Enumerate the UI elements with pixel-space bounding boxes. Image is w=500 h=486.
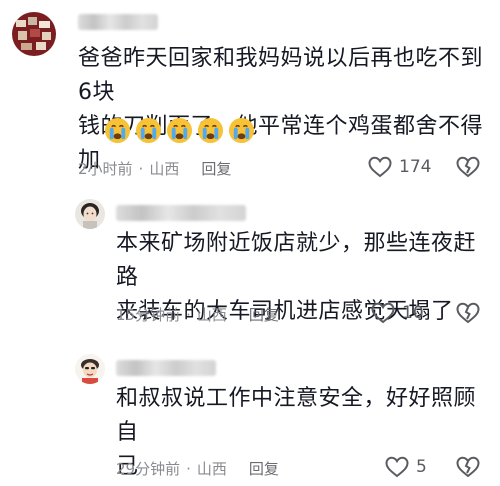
heart-icon: [368, 156, 392, 178]
timestamp: 2小时前: [78, 160, 133, 178]
avatar[interactable]: [12, 12, 56, 56]
username-redacted[interactable]: [116, 205, 246, 221]
location: 山西: [196, 460, 227, 478]
dislike-button[interactable]: [455, 301, 481, 325]
heart-icon: [385, 456, 409, 478]
location: 山西: [149, 160, 180, 178]
broken-heart-icon: [456, 456, 480, 478]
like-button[interactable]: 5: [384, 455, 427, 479]
dislike-button[interactable]: [455, 455, 481, 479]
like-count: 10: [402, 303, 424, 323]
dislike-button[interactable]: [455, 155, 481, 179]
reply-button[interactable]: 回复: [201, 158, 231, 179]
like-button[interactable]: 174: [367, 155, 431, 179]
reply-button[interactable]: 回复: [249, 304, 279, 325]
crying-face-icon: [166, 117, 193, 144]
comment-item: 和叔叔说工作中注意安全，好好照顾自 己 29分钟前 · 山西 回复 5: [0, 342, 500, 486]
comment-meta: 29分钟前 · 山西 回复: [116, 458, 279, 479]
emoji-row: [104, 117, 255, 144]
avatar[interactable]: [75, 199, 105, 229]
username-redacted[interactable]: [78, 14, 158, 30]
heart-icon: [371, 302, 395, 324]
like-count: 5: [416, 457, 427, 477]
like-count: 174: [399, 157, 432, 177]
like-button[interactable]: 10: [370, 301, 424, 325]
broken-heart-icon: [456, 156, 480, 178]
broken-heart-icon: [456, 302, 480, 324]
crying-face-icon: [135, 117, 162, 144]
comment-item: 本来矿场附近饭店就少，那些连夜赶路 来装车的大车司机进店感觉天塌了 15分钟前 …: [0, 190, 500, 342]
timestamp: 15分钟前: [116, 306, 181, 324]
reply-button[interactable]: 回复: [249, 458, 279, 479]
crying-face-icon: [104, 117, 131, 144]
timestamp: 29分钟前: [116, 460, 181, 478]
username-redacted[interactable]: [116, 360, 216, 376]
crying-face-icon: [228, 117, 255, 144]
separator-dot: ·: [186, 459, 191, 478]
comment-item: 爸爸昨天回家和我妈妈说以后再也吃不到6块 钱的刀削面了，他平常连个鸡蛋都舍不得加…: [0, 0, 500, 190]
separator-dot: ·: [138, 159, 144, 178]
separator-dot: ·: [186, 305, 191, 324]
comment-meta: 2小时前 · 山西 回复: [78, 158, 231, 179]
location: 山西: [196, 306, 227, 324]
crying-face-icon: [197, 117, 224, 144]
comment-meta: 15分钟前 · 山西 回复: [116, 304, 279, 325]
avatar[interactable]: [75, 354, 105, 384]
